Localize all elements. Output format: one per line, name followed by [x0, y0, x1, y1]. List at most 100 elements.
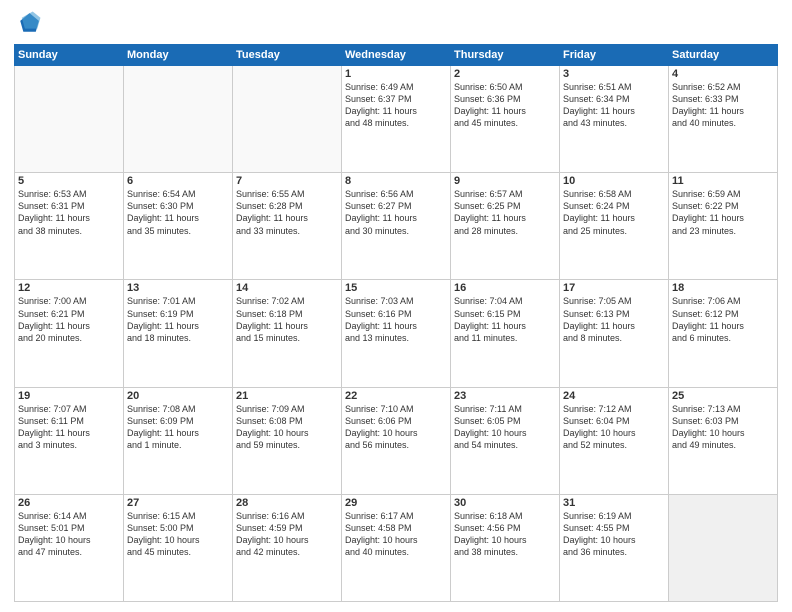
day-number: 21 — [236, 390, 338, 402]
calendar-cell: 16Sunrise: 7:04 AM Sunset: 6:15 PM Dayli… — [451, 280, 560, 387]
calendar-cell: 6Sunrise: 6:54 AM Sunset: 6:30 PM Daylig… — [124, 173, 233, 280]
day-info: Sunrise: 7:08 AM Sunset: 6:09 PM Dayligh… — [127, 403, 229, 452]
day-info: Sunrise: 6:17 AM Sunset: 4:58 PM Dayligh… — [345, 510, 447, 559]
calendar-cell — [15, 66, 124, 173]
calendar-cell — [124, 66, 233, 173]
day-info: Sunrise: 7:01 AM Sunset: 6:19 PM Dayligh… — [127, 295, 229, 344]
calendar-cell — [669, 494, 778, 601]
week-row-4: 19Sunrise: 7:07 AM Sunset: 6:11 PM Dayli… — [15, 387, 778, 494]
calendar-cell: 21Sunrise: 7:09 AM Sunset: 6:08 PM Dayli… — [233, 387, 342, 494]
day-info: Sunrise: 7:02 AM Sunset: 6:18 PM Dayligh… — [236, 295, 338, 344]
day-info: Sunrise: 7:03 AM Sunset: 6:16 PM Dayligh… — [345, 295, 447, 344]
day-header-friday: Friday — [560, 45, 669, 66]
day-number: 24 — [563, 390, 665, 402]
day-number: 14 — [236, 282, 338, 294]
calendar-cell: 31Sunrise: 6:19 AM Sunset: 4:55 PM Dayli… — [560, 494, 669, 601]
day-info: Sunrise: 7:09 AM Sunset: 6:08 PM Dayligh… — [236, 403, 338, 452]
calendar-cell: 10Sunrise: 6:58 AM Sunset: 6:24 PM Dayli… — [560, 173, 669, 280]
calendar-cell: 4Sunrise: 6:52 AM Sunset: 6:33 PM Daylig… — [669, 66, 778, 173]
calendar-cell: 11Sunrise: 6:59 AM Sunset: 6:22 PM Dayli… — [669, 173, 778, 280]
day-number: 29 — [345, 497, 447, 509]
day-info: Sunrise: 6:56 AM Sunset: 6:27 PM Dayligh… — [345, 188, 447, 237]
day-number: 22 — [345, 390, 447, 402]
calendar-cell: 25Sunrise: 7:13 AM Sunset: 6:03 PM Dayli… — [669, 387, 778, 494]
calendar-cell: 20Sunrise: 7:08 AM Sunset: 6:09 PM Dayli… — [124, 387, 233, 494]
calendar-cell: 14Sunrise: 7:02 AM Sunset: 6:18 PM Dayli… — [233, 280, 342, 387]
day-info: Sunrise: 7:13 AM Sunset: 6:03 PM Dayligh… — [672, 403, 774, 452]
day-number: 25 — [672, 390, 774, 402]
day-info: Sunrise: 7:00 AM Sunset: 6:21 PM Dayligh… — [18, 295, 120, 344]
week-row-3: 12Sunrise: 7:00 AM Sunset: 6:21 PM Dayli… — [15, 280, 778, 387]
calendar-cell: 13Sunrise: 7:01 AM Sunset: 6:19 PM Dayli… — [124, 280, 233, 387]
calendar-cell: 18Sunrise: 7:06 AM Sunset: 6:12 PM Dayli… — [669, 280, 778, 387]
day-number: 1 — [345, 68, 447, 80]
calendar-cell: 22Sunrise: 7:10 AM Sunset: 6:06 PM Dayli… — [342, 387, 451, 494]
calendar-cell — [233, 66, 342, 173]
day-info: Sunrise: 7:11 AM Sunset: 6:05 PM Dayligh… — [454, 403, 556, 452]
day-number: 6 — [127, 175, 229, 187]
calendar-cell: 8Sunrise: 6:56 AM Sunset: 6:27 PM Daylig… — [342, 173, 451, 280]
day-info: Sunrise: 6:14 AM Sunset: 5:01 PM Dayligh… — [18, 510, 120, 559]
calendar-cell: 12Sunrise: 7:00 AM Sunset: 6:21 PM Dayli… — [15, 280, 124, 387]
calendar-table: SundayMondayTuesdayWednesdayThursdayFrid… — [14, 44, 778, 602]
day-number: 10 — [563, 175, 665, 187]
day-number: 13 — [127, 282, 229, 294]
day-number: 18 — [672, 282, 774, 294]
day-info: Sunrise: 7:06 AM Sunset: 6:12 PM Dayligh… — [672, 295, 774, 344]
day-info: Sunrise: 6:15 AM Sunset: 5:00 PM Dayligh… — [127, 510, 229, 559]
day-header-thursday: Thursday — [451, 45, 560, 66]
day-info: Sunrise: 6:57 AM Sunset: 6:25 PM Dayligh… — [454, 188, 556, 237]
calendar-cell: 3Sunrise: 6:51 AM Sunset: 6:34 PM Daylig… — [560, 66, 669, 173]
day-info: Sunrise: 6:59 AM Sunset: 6:22 PM Dayligh… — [672, 188, 774, 237]
day-info: Sunrise: 7:04 AM Sunset: 6:15 PM Dayligh… — [454, 295, 556, 344]
day-number: 31 — [563, 497, 665, 509]
day-number: 28 — [236, 497, 338, 509]
day-number: 17 — [563, 282, 665, 294]
day-header-tuesday: Tuesday — [233, 45, 342, 66]
day-number: 12 — [18, 282, 120, 294]
day-info: Sunrise: 6:51 AM Sunset: 6:34 PM Dayligh… — [563, 81, 665, 130]
day-info: Sunrise: 6:53 AM Sunset: 6:31 PM Dayligh… — [18, 188, 120, 237]
day-number: 15 — [345, 282, 447, 294]
calendar-cell: 28Sunrise: 6:16 AM Sunset: 4:59 PM Dayli… — [233, 494, 342, 601]
day-number: 20 — [127, 390, 229, 402]
day-info: Sunrise: 6:55 AM Sunset: 6:28 PM Dayligh… — [236, 188, 338, 237]
day-info: Sunrise: 7:07 AM Sunset: 6:11 PM Dayligh… — [18, 403, 120, 452]
calendar-cell: 1Sunrise: 6:49 AM Sunset: 6:37 PM Daylig… — [342, 66, 451, 173]
logo — [14, 10, 46, 38]
day-info: Sunrise: 6:50 AM Sunset: 6:36 PM Dayligh… — [454, 81, 556, 130]
day-number: 7 — [236, 175, 338, 187]
day-info: Sunrise: 6:52 AM Sunset: 6:33 PM Dayligh… — [672, 81, 774, 130]
calendar-header-row: SundayMondayTuesdayWednesdayThursdayFrid… — [15, 45, 778, 66]
logo-icon — [14, 10, 42, 38]
day-number: 8 — [345, 175, 447, 187]
day-number: 19 — [18, 390, 120, 402]
calendar-cell: 15Sunrise: 7:03 AM Sunset: 6:16 PM Dayli… — [342, 280, 451, 387]
day-header-monday: Monday — [124, 45, 233, 66]
day-number: 11 — [672, 175, 774, 187]
day-info: Sunrise: 6:58 AM Sunset: 6:24 PM Dayligh… — [563, 188, 665, 237]
calendar-cell: 17Sunrise: 7:05 AM Sunset: 6:13 PM Dayli… — [560, 280, 669, 387]
calendar-cell: 23Sunrise: 7:11 AM Sunset: 6:05 PM Dayli… — [451, 387, 560, 494]
day-info: Sunrise: 7:05 AM Sunset: 6:13 PM Dayligh… — [563, 295, 665, 344]
calendar-cell: 7Sunrise: 6:55 AM Sunset: 6:28 PM Daylig… — [233, 173, 342, 280]
calendar-cell: 29Sunrise: 6:17 AM Sunset: 4:58 PM Dayli… — [342, 494, 451, 601]
day-info: Sunrise: 7:10 AM Sunset: 6:06 PM Dayligh… — [345, 403, 447, 452]
day-number: 27 — [127, 497, 229, 509]
day-info: Sunrise: 6:49 AM Sunset: 6:37 PM Dayligh… — [345, 81, 447, 130]
calendar-cell: 30Sunrise: 6:18 AM Sunset: 4:56 PM Dayli… — [451, 494, 560, 601]
day-header-sunday: Sunday — [15, 45, 124, 66]
day-header-wednesday: Wednesday — [342, 45, 451, 66]
calendar-cell: 26Sunrise: 6:14 AM Sunset: 5:01 PM Dayli… — [15, 494, 124, 601]
page: SundayMondayTuesdayWednesdayThursdayFrid… — [0, 0, 792, 612]
day-number: 2 — [454, 68, 556, 80]
calendar-cell: 2Sunrise: 6:50 AM Sunset: 6:36 PM Daylig… — [451, 66, 560, 173]
calendar-cell: 5Sunrise: 6:53 AM Sunset: 6:31 PM Daylig… — [15, 173, 124, 280]
day-number: 5 — [18, 175, 120, 187]
day-header-saturday: Saturday — [669, 45, 778, 66]
day-info: Sunrise: 6:16 AM Sunset: 4:59 PM Dayligh… — [236, 510, 338, 559]
day-number: 9 — [454, 175, 556, 187]
day-number: 26 — [18, 497, 120, 509]
calendar-cell: 27Sunrise: 6:15 AM Sunset: 5:00 PM Dayli… — [124, 494, 233, 601]
day-info: Sunrise: 6:19 AM Sunset: 4:55 PM Dayligh… — [563, 510, 665, 559]
